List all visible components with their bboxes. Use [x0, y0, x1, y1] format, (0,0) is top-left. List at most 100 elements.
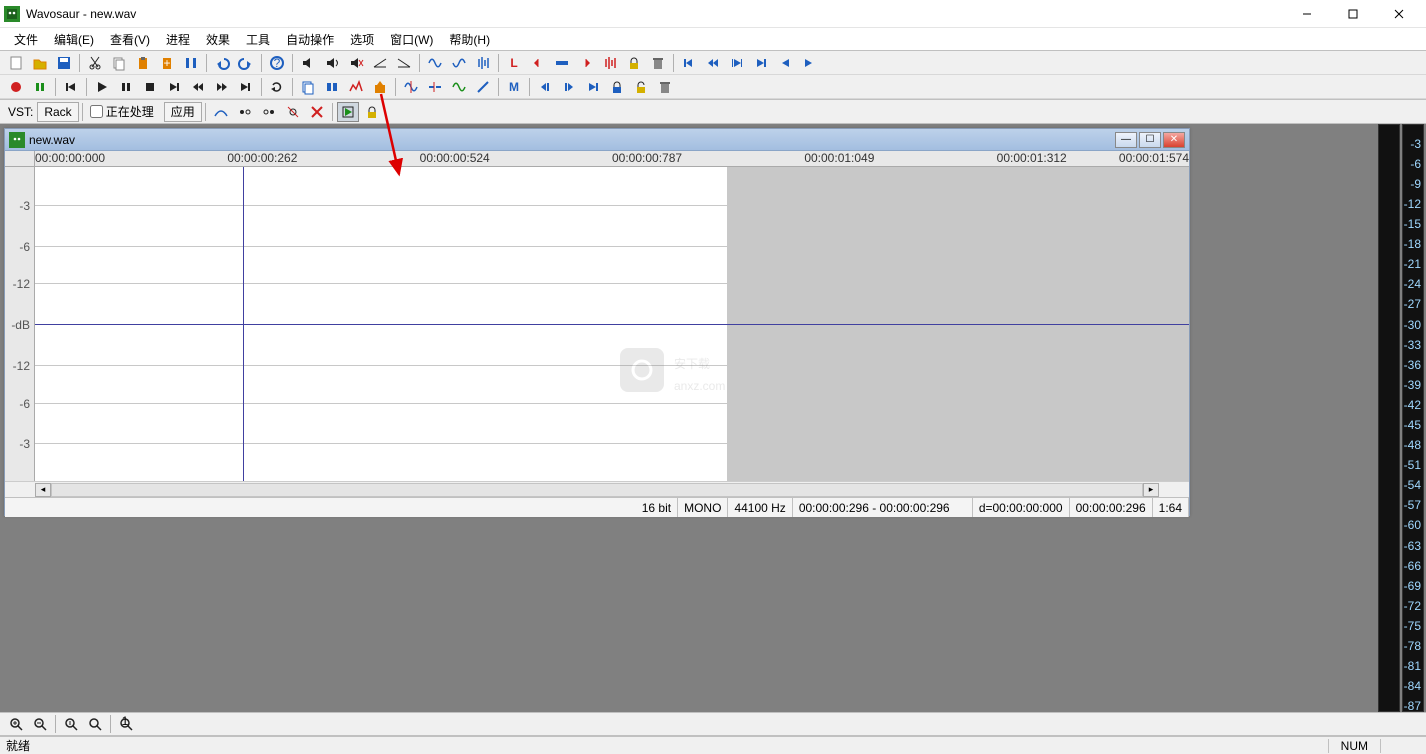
- scroll-left-button[interactable]: ◂: [35, 483, 51, 497]
- open-button[interactable]: [29, 53, 51, 73]
- zoom-out-h-button[interactable]: [29, 714, 51, 734]
- horizontal-scrollbar[interactable]: ◂ ▸: [5, 481, 1189, 497]
- close-button[interactable]: [1376, 1, 1422, 27]
- lock-button[interactable]: [361, 102, 383, 122]
- timeline-ruler[interactable]: 00:00:00:00000:00:00:26200:00:00:52400:0…: [5, 151, 1189, 167]
- paste-button[interactable]: [132, 53, 154, 73]
- path-prev-button[interactable]: [234, 102, 256, 122]
- prev-button[interactable]: [187, 77, 209, 97]
- menu-window[interactable]: 窗口(W): [382, 29, 441, 50]
- undo-button[interactable]: [211, 53, 233, 73]
- play-right-button[interactable]: [798, 53, 820, 73]
- zoom-v-out-button[interactable]: [84, 714, 106, 734]
- menu-tools[interactable]: 工具: [238, 29, 278, 50]
- marker-del-button[interactable]: [527, 53, 549, 73]
- minimize-button[interactable]: [1284, 1, 1330, 27]
- lock-button[interactable]: [623, 53, 645, 73]
- end-button[interactable]: [235, 77, 257, 97]
- doc-minimize-button[interactable]: —: [1115, 132, 1137, 148]
- normalize-button[interactable]: [472, 53, 494, 73]
- maximize-button[interactable]: [1330, 1, 1376, 27]
- next-button[interactable]: [211, 77, 233, 97]
- save-button[interactable]: [53, 53, 75, 73]
- to-start-button[interactable]: [60, 77, 82, 97]
- pitch-button[interactable]: [472, 77, 494, 97]
- unlock-button[interactable]: [630, 77, 652, 97]
- trash-button[interactable]: [647, 53, 669, 73]
- crop-button[interactable]: [180, 53, 202, 73]
- waveform-canvas[interactable]: [35, 167, 1189, 481]
- wave-tune-button[interactable]: [400, 77, 422, 97]
- loop-button[interactable]: [266, 77, 288, 97]
- wave-env-button[interactable]: [448, 77, 470, 97]
- stop-button[interactable]: [139, 77, 161, 97]
- menu-auto[interactable]: 自动操作: [278, 29, 342, 50]
- menu-options[interactable]: 选项: [342, 29, 382, 50]
- process-button[interactable]: [599, 53, 621, 73]
- paste-special-button[interactable]: +: [156, 53, 178, 73]
- pause-button[interactable]: [115, 77, 137, 97]
- zoom-reset-button[interactable]: 1: [115, 714, 137, 734]
- volume-button[interactable]: [297, 53, 319, 73]
- play-left-button[interactable]: [774, 53, 796, 73]
- cut-button[interactable]: [84, 53, 106, 73]
- copy-button[interactable]: [108, 53, 130, 73]
- doc-maximize-button[interactable]: ☐: [1139, 132, 1161, 148]
- export-button[interactable]: [369, 77, 391, 97]
- rewind-button[interactable]: [702, 53, 724, 73]
- path-clear-button[interactable]: [306, 102, 328, 122]
- fade-out-button[interactable]: [393, 53, 415, 73]
- rec-pause-button[interactable]: [29, 77, 51, 97]
- skip-start-button[interactable]: [678, 53, 700, 73]
- path-del-button[interactable]: [282, 102, 304, 122]
- waveform-area[interactable]: -3-6-12-dB-12-6-3: [5, 167, 1189, 481]
- play-sel-button[interactable]: [726, 53, 748, 73]
- wave-graph-button[interactable]: [345, 77, 367, 97]
- redo-button[interactable]: [235, 53, 257, 73]
- menu-edit[interactable]: 编辑(E): [46, 29, 102, 50]
- marker-button[interactable]: M: [503, 77, 525, 97]
- menu-file[interactable]: 文件: [6, 29, 46, 50]
- scroll-right-button[interactable]: ▸: [1143, 483, 1159, 497]
- to-marker-button[interactable]: [750, 53, 772, 73]
- rack-button[interactable]: Rack: [37, 102, 78, 122]
- menu-process[interactable]: 进程: [158, 29, 198, 50]
- apply-button[interactable]: 应用: [164, 102, 202, 122]
- mute-button[interactable]: [345, 53, 367, 73]
- copy-chan-button[interactable]: [297, 77, 319, 97]
- processing-checkbox-input[interactable]: [90, 105, 103, 118]
- doc-close-button[interactable]: ✕: [1163, 132, 1185, 148]
- wave-invert-button[interactable]: [424, 53, 446, 73]
- playback-cursor[interactable]: [243, 167, 244, 481]
- eval-button[interactable]: [337, 102, 359, 122]
- m-lock-button[interactable]: [606, 77, 628, 97]
- meter-label: -45: [1404, 418, 1421, 432]
- level-button[interactable]: [551, 53, 573, 73]
- wave-reverse-button[interactable]: [448, 53, 470, 73]
- marker-add-button[interactable]: [575, 53, 597, 73]
- document-title-bar[interactable]: new.wav — ☐ ✕: [5, 129, 1189, 151]
- new-button[interactable]: [5, 53, 27, 73]
- processing-checkbox[interactable]: 正在处理: [86, 103, 158, 120]
- menu-view[interactable]: 查看(V): [102, 29, 158, 50]
- menu-help[interactable]: 帮助(H): [441, 29, 498, 50]
- help-button[interactable]: ?: [266, 53, 288, 73]
- to-end-button[interactable]: [163, 77, 185, 97]
- m-right-button[interactable]: [582, 77, 604, 97]
- mix-button[interactable]: [321, 77, 343, 97]
- m-prev-button[interactable]: [534, 77, 556, 97]
- scroll-track[interactable]: [51, 483, 1143, 497]
- m-next-button[interactable]: [558, 77, 580, 97]
- zoom-v-in-button[interactable]: [60, 714, 82, 734]
- fade-in-button[interactable]: [369, 53, 391, 73]
- m-trash-button[interactable]: [654, 77, 676, 97]
- record-button[interactable]: [5, 77, 27, 97]
- wave-split-button[interactable]: [424, 77, 446, 97]
- play-button[interactable]: [91, 77, 113, 97]
- loop-L-button[interactable]: L: [503, 53, 525, 73]
- zoom-in-h-button[interactable]: [5, 714, 27, 734]
- menu-effects[interactable]: 效果: [198, 29, 238, 50]
- volume-shape-button[interactable]: [321, 53, 343, 73]
- curve-button[interactable]: [210, 102, 232, 122]
- path-next-button[interactable]: [258, 102, 280, 122]
